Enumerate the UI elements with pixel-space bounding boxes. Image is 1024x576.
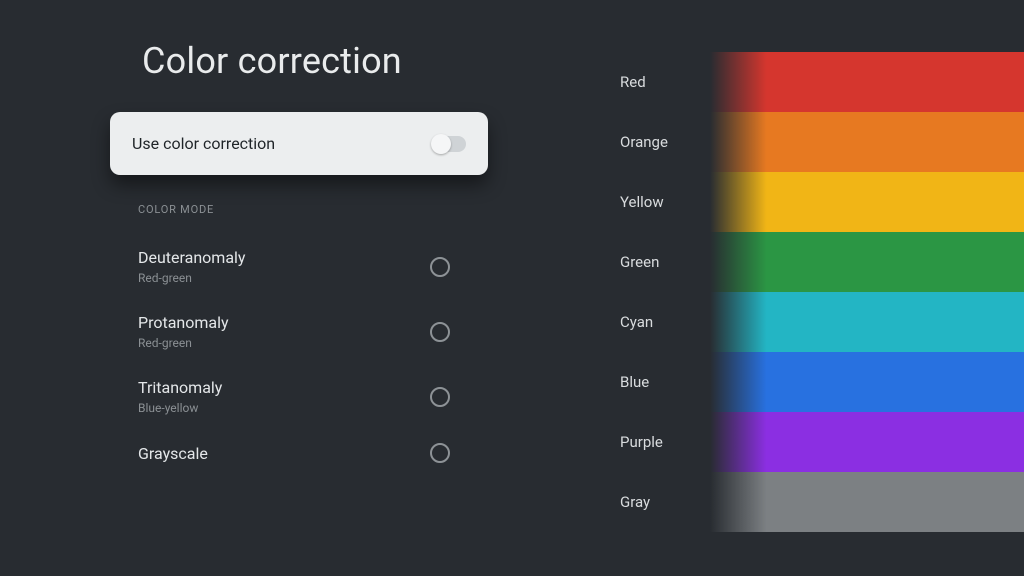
swatch-bar: [710, 172, 1024, 232]
mode-item-grayscale[interactable]: Grayscale: [138, 429, 468, 477]
swatch-row-yellow: Yellow: [580, 172, 1024, 232]
radio-icon: [430, 322, 450, 342]
swatch-row-blue: Blue: [580, 352, 1024, 412]
swatch-row-green: Green: [580, 232, 1024, 292]
swatch-label: Purple: [580, 412, 710, 472]
swatch-label: Orange: [580, 112, 710, 172]
swatch-bar: [710, 112, 1024, 172]
use-color-correction-toggle[interactable]: Use color correction: [110, 112, 488, 175]
swatch-bar: [710, 52, 1024, 112]
mode-title: Grayscale: [138, 444, 208, 463]
swatch-row-red: Red: [580, 52, 1024, 112]
mode-subtitle: Red-green: [138, 336, 229, 350]
swatch-label: Gray: [580, 472, 710, 532]
swatch-label: Green: [580, 232, 710, 292]
color-preview-panel: Red Orange Yellow Green Cyan Blue Purple…: [580, 0, 1024, 576]
switch-knob: [431, 134, 451, 154]
radio-icon: [430, 257, 450, 277]
toggle-label: Use color correction: [132, 134, 275, 153]
mode-item-protanomaly[interactable]: Protanomaly Red-green: [138, 299, 468, 364]
swatch-bar: [710, 472, 1024, 532]
mode-title: Protanomaly: [138, 313, 229, 332]
switch-track: [432, 136, 466, 152]
swatch-label: Blue: [580, 352, 710, 412]
mode-subtitle: Red-green: [138, 271, 246, 285]
mode-title: Tritanomaly: [138, 378, 222, 397]
page-title: Color correction: [142, 40, 580, 82]
swatch-row-gray: Gray: [580, 472, 1024, 532]
mode-subtitle: Blue-yellow: [138, 401, 222, 415]
swatch-bar: [710, 292, 1024, 352]
swatch-label: Yellow: [580, 172, 710, 232]
radio-icon: [430, 443, 450, 463]
radio-icon: [430, 387, 450, 407]
mode-title: Deuteranomaly: [138, 248, 246, 267]
mode-item-deuteranomaly[interactable]: Deuteranomaly Red-green: [138, 234, 468, 299]
swatch-bar: [710, 232, 1024, 292]
color-mode-list: Deuteranomaly Red-green Protanomaly Red-…: [138, 234, 468, 477]
swatch-bar: [710, 412, 1024, 472]
mode-item-tritanomaly[interactable]: Tritanomaly Blue-yellow: [138, 364, 468, 429]
settings-panel: Color correction Use color correction CO…: [0, 0, 580, 576]
swatch-label: Cyan: [580, 292, 710, 352]
section-label-color-mode: COLOR MODE: [138, 203, 580, 216]
swatch-label: Red: [580, 52, 710, 112]
swatch-row-purple: Purple: [580, 412, 1024, 472]
swatch-row-cyan: Cyan: [580, 292, 1024, 352]
swatch-row-orange: Orange: [580, 112, 1024, 172]
swatch-bar: [710, 352, 1024, 412]
